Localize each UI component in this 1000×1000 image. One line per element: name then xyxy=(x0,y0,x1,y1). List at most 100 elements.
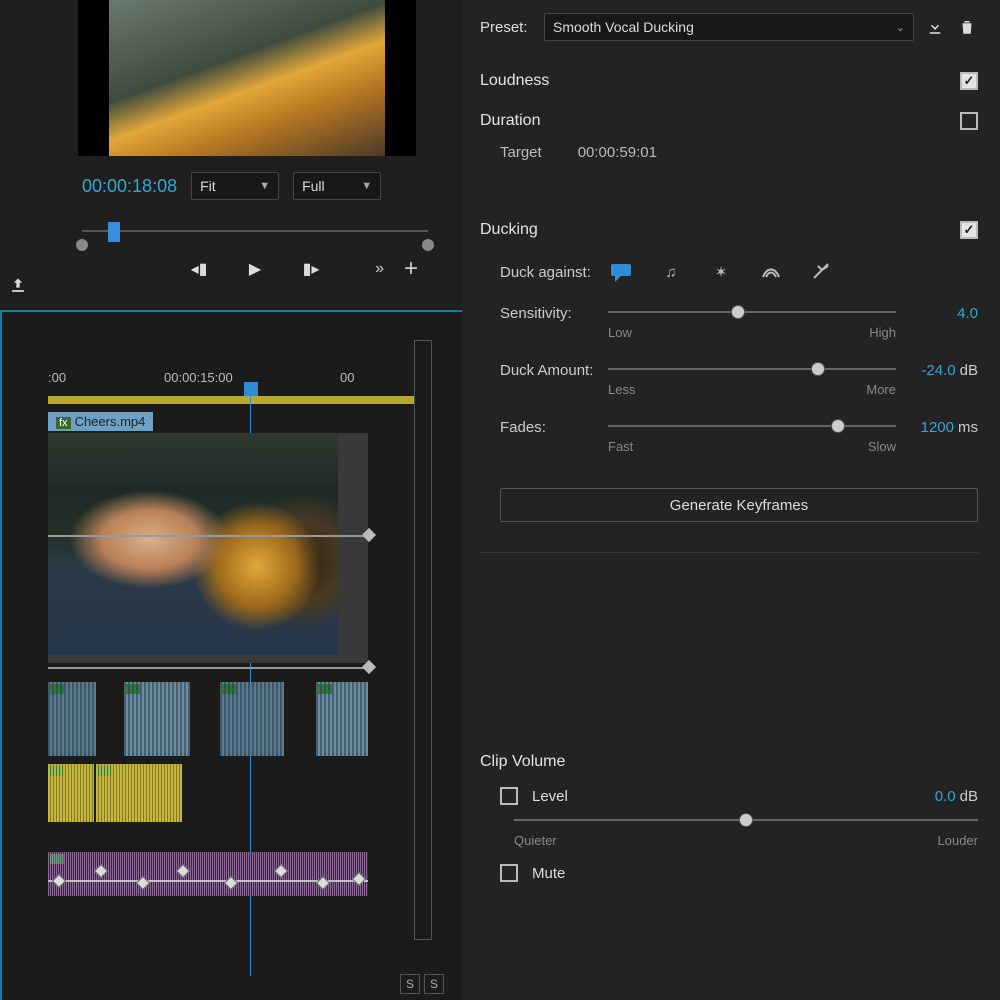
fades-unit: ms xyxy=(958,419,978,436)
audio-clip[interactable] xyxy=(96,764,182,822)
duration-target-value[interactable]: 00:00:59:01 xyxy=(578,144,657,161)
amount-more: More xyxy=(866,382,896,397)
preset-label: Preset: xyxy=(480,19,534,36)
sensitivity-value[interactable]: 4.0 xyxy=(908,305,978,322)
audio-clip[interactable] xyxy=(220,682,284,756)
chevron-down-icon: ⌄ xyxy=(896,21,905,34)
keyframe-icon[interactable] xyxy=(362,660,376,674)
monitor-image xyxy=(109,0,385,156)
level-unit: dB xyxy=(960,788,978,805)
audio-track-1 xyxy=(48,682,368,756)
preset-value: Smooth Vocal Ducking xyxy=(553,19,694,35)
monitor-scrubber[interactable] xyxy=(82,212,428,248)
fades-fast: Fast xyxy=(608,439,633,454)
audio-meter xyxy=(414,340,432,940)
solo-button[interactable]: S xyxy=(400,974,420,994)
timeline-panel: :00 00:00:15:00 00 fx Cheers.mp4 xyxy=(0,310,462,1000)
generate-keyframes-button[interactable]: Generate Keyframes xyxy=(500,488,978,522)
add-button-icon[interactable]: + xyxy=(404,255,418,283)
play-button[interactable]: ▶ xyxy=(244,258,266,280)
scrubber-in-point[interactable] xyxy=(76,239,88,251)
timeline-playhead-icon[interactable] xyxy=(244,382,258,396)
duck-ambience-icon[interactable] xyxy=(758,261,784,283)
resolution-dropdown[interactable]: Full ▼ xyxy=(293,172,381,200)
level-louder: Louder xyxy=(938,833,978,848)
level-checkbox[interactable] xyxy=(500,787,518,805)
loudness-title[interactable]: Loudness xyxy=(480,72,549,90)
duck-amount-slider[interactable] xyxy=(608,362,896,376)
step-forward-button[interactable]: ▮▸ xyxy=(300,258,322,280)
duck-dialogue-icon[interactable] xyxy=(608,261,634,283)
delete-preset-icon[interactable] xyxy=(956,16,978,38)
duck-against-label: Duck against: xyxy=(500,264,608,281)
scrubber-playhead[interactable] xyxy=(108,222,120,242)
audio-clip[interactable] xyxy=(48,764,94,822)
preset-dropdown[interactable]: Smooth Vocal Ducking ⌄ xyxy=(544,13,914,41)
mute-label: Mute xyxy=(532,865,565,882)
keyframe-line xyxy=(48,667,368,669)
zoom-fit-dropdown[interactable]: Fit ▼ xyxy=(191,172,279,200)
clip-name: Cheers.mp4 xyxy=(75,414,146,429)
duration-target-label: Target xyxy=(500,144,542,161)
transport-controls: ◂▮ ▶ ▮▸ » + xyxy=(82,258,428,280)
scrubber-track xyxy=(82,230,428,232)
amount-less: Less xyxy=(608,382,635,397)
duck-amount-label: Duck Amount: xyxy=(500,362,608,379)
level-label: Level xyxy=(532,788,568,805)
loudness-checkbox[interactable] xyxy=(960,72,978,90)
ruler-tick: :00 xyxy=(48,370,66,385)
divider xyxy=(480,552,978,553)
ducking-checkbox[interactable] xyxy=(960,221,978,239)
sensitivity-high: High xyxy=(869,325,896,340)
duration-checkbox[interactable] xyxy=(960,112,978,130)
audio-clip[interactable] xyxy=(316,682,368,756)
import-preset-icon[interactable] xyxy=(924,16,946,38)
audio-track-3[interactable] xyxy=(48,852,368,896)
work-area-bar[interactable] xyxy=(48,396,414,404)
essential-sound-panel: Preset: Smooth Vocal Ducking ⌄ Loudness … xyxy=(462,0,1000,1000)
chevron-down-icon: ▼ xyxy=(361,180,372,192)
audio-track-2 xyxy=(48,764,368,822)
step-back-button[interactable]: ◂▮ xyxy=(188,258,210,280)
sensitivity-slider[interactable] xyxy=(608,305,896,319)
keyframe-icon[interactable] xyxy=(362,528,376,542)
clip-volume-title[interactable]: Clip Volume xyxy=(480,753,565,770)
sensitivity-low: Low xyxy=(608,325,632,340)
monitor-frame xyxy=(78,0,416,156)
more-controls-icon[interactable]: » xyxy=(375,260,384,278)
duck-sfx-icon[interactable]: ✶ xyxy=(708,261,734,283)
audio-clip[interactable] xyxy=(48,682,96,756)
audio-clip[interactable] xyxy=(124,682,190,756)
zoom-fit-label: Fit xyxy=(200,178,216,194)
fades-slider[interactable] xyxy=(608,419,896,433)
mute-checkbox[interactable] xyxy=(500,864,518,882)
ducking-title[interactable]: Ducking xyxy=(480,221,538,239)
export-frame-icon[interactable] xyxy=(8,276,30,298)
duck-music-icon[interactable]: ♫ xyxy=(658,261,684,283)
solo-button[interactable]: S xyxy=(424,974,444,994)
duck-amount-value[interactable]: -24.0 xyxy=(921,362,955,379)
program-monitor: 00:00:18:08 Fit ▼ Full ▼ ◂▮ ▶ ▮▸ xyxy=(0,0,462,308)
clip-header[interactable]: fx Cheers.mp4 xyxy=(48,412,153,431)
video-clip[interactable] xyxy=(48,433,368,663)
scrubber-out-point[interactable] xyxy=(422,239,434,251)
duck-amount-unit: dB xyxy=(960,362,978,379)
timecode[interactable]: 00:00:18:08 xyxy=(82,176,177,197)
ruler-tick: 00 xyxy=(340,370,354,385)
fades-value[interactable]: 1200 xyxy=(921,419,954,436)
fades-label: Fades: xyxy=(500,419,608,436)
level-value[interactable]: 0.0 xyxy=(935,788,956,805)
sensitivity-label: Sensitivity: xyxy=(500,305,608,322)
duration-title[interactable]: Duration xyxy=(480,112,540,130)
fx-badge: fx xyxy=(56,417,71,429)
level-quieter: Quieter xyxy=(514,833,557,848)
duck-unassigned-icon[interactable] xyxy=(808,261,834,283)
keyframe-line xyxy=(48,535,368,537)
level-slider[interactable] xyxy=(514,813,978,827)
resolution-label: Full xyxy=(302,178,325,194)
ruler-tick: 00:00:15:00 xyxy=(164,370,233,385)
chevron-down-icon: ▼ xyxy=(259,180,270,192)
clip-thumbnail xyxy=(48,433,338,655)
fades-slow: Slow xyxy=(868,439,896,454)
video-track-1: fx Cheers.mp4 xyxy=(48,412,368,663)
